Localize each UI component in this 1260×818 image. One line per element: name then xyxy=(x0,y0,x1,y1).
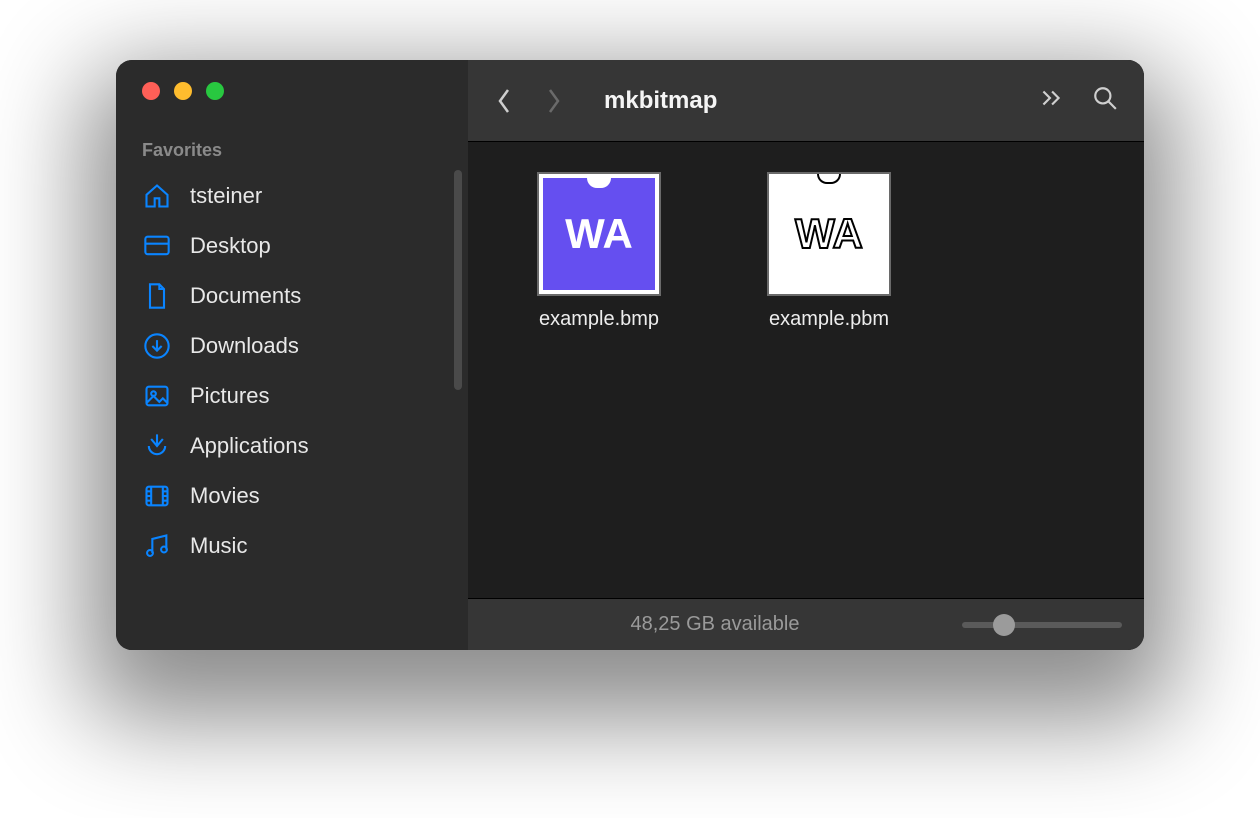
home-icon xyxy=(142,181,172,211)
finder-window: Favorites tsteiner Desktop Documents xyxy=(116,60,1144,650)
picture-icon xyxy=(142,381,172,411)
sidebar-item-label: Movies xyxy=(190,483,260,509)
minimize-window-button[interactable] xyxy=(174,82,192,100)
file-thumbnail: WA xyxy=(767,172,891,296)
folder-title: mkbitmap xyxy=(604,87,1038,115)
forward-button[interactable] xyxy=(544,87,564,115)
status-text: 48,25 GB available xyxy=(468,613,962,636)
file-item[interactable]: WA example.bmp xyxy=(514,172,684,331)
sidebar-item-tsteiner[interactable]: tsteiner xyxy=(116,171,468,221)
nav-arrows xyxy=(494,87,564,115)
download-icon xyxy=(142,331,172,361)
window-controls xyxy=(116,82,468,100)
file-name-label: example.pbm xyxy=(769,308,889,331)
status-bar: 48,25 GB available xyxy=(468,598,1144,650)
icon-size-slider[interactable] xyxy=(962,622,1122,628)
thumb-text: WA xyxy=(565,210,633,258)
desktop-icon xyxy=(142,231,172,261)
sidebar: Favorites tsteiner Desktop Documents xyxy=(116,60,468,650)
sidebar-item-label: Desktop xyxy=(190,233,271,259)
sidebar-item-label: Pictures xyxy=(190,383,269,409)
sidebar-section-label: Favorites xyxy=(116,140,468,171)
sidebar-item-label: Applications xyxy=(190,433,309,459)
more-toolbar-button[interactable] xyxy=(1038,85,1064,116)
slider-knob[interactable] xyxy=(993,614,1015,636)
file-name-label: example.bmp xyxy=(539,308,659,331)
sidebar-item-documents[interactable]: Documents xyxy=(116,271,468,321)
toolbar-right xyxy=(1038,85,1118,116)
applications-icon xyxy=(142,431,172,461)
toolbar: mkbitmap xyxy=(468,60,1144,142)
sidebar-item-pictures[interactable]: Pictures xyxy=(116,371,468,421)
wa-logo-purple-icon: WA xyxy=(543,178,655,290)
close-window-button[interactable] xyxy=(142,82,160,100)
music-icon xyxy=(142,531,172,561)
sidebar-item-movies[interactable]: Movies xyxy=(116,471,468,521)
document-icon xyxy=(142,281,172,311)
sidebar-item-label: tsteiner xyxy=(190,183,262,209)
maximize-window-button[interactable] xyxy=(206,82,224,100)
sidebar-item-applications[interactable]: Applications xyxy=(116,421,468,471)
sidebar-item-label: Documents xyxy=(190,283,301,309)
sidebar-scrollbar[interactable] xyxy=(454,170,462,390)
sidebar-item-label: Downloads xyxy=(190,333,299,359)
slider-track[interactable] xyxy=(962,622,1122,628)
file-thumbnail: WA xyxy=(537,172,661,296)
file-grid[interactable]: WA example.bmp WA example.pbm xyxy=(468,142,1144,598)
search-button[interactable] xyxy=(1092,85,1118,116)
wa-logo-outline-icon: WA xyxy=(769,174,889,294)
sidebar-item-desktop[interactable]: Desktop xyxy=(116,221,468,271)
sidebar-item-downloads[interactable]: Downloads xyxy=(116,321,468,371)
thumb-text: WA xyxy=(795,210,863,258)
sidebar-favorites-list: tsteiner Desktop Documents Downloads xyxy=(116,171,468,571)
film-icon xyxy=(142,481,172,511)
sidebar-item-music[interactable]: Music xyxy=(116,521,468,571)
back-button[interactable] xyxy=(494,87,514,115)
file-item[interactable]: WA example.pbm xyxy=(744,172,914,331)
main-area: mkbitmap WA example.bmp xyxy=(468,60,1144,650)
sidebar-item-label: Music xyxy=(190,533,247,559)
